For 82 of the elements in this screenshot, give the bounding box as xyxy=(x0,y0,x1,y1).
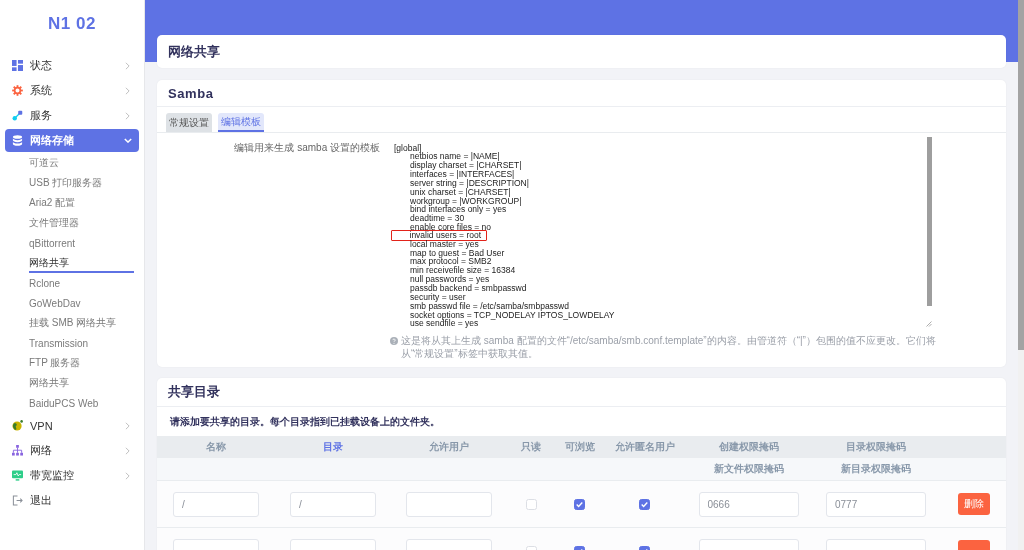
template-line: security = user xyxy=(409,292,466,302)
menu-item[interactable]: 网络 xyxy=(5,438,139,463)
scrollbar-track[interactable] xyxy=(1018,0,1024,550)
column-header[interactable]: 名称 xyxy=(206,440,226,454)
column-header[interactable]: 目录 xyxy=(323,440,343,454)
name-field[interactable]: / xyxy=(173,491,259,517)
menu-item[interactable]: VPN xyxy=(5,413,139,438)
exit-icon xyxy=(12,495,23,506)
template-line: socket options = TCP_NODELAY IPTOS_LOWDELAY xyxy=(409,310,615,320)
nodes-icon xyxy=(12,110,23,121)
menu-item[interactable]: 退出 xyxy=(5,488,139,513)
tab[interactable]: 常规设置 xyxy=(166,113,212,132)
template-line: deadtime = 30 xyxy=(409,214,465,224)
template-line: smb passwd file = /etc/samba/smbpasswd xyxy=(409,301,569,311)
submenu-item[interactable]: 可道云 xyxy=(29,153,134,173)
dashboard-icon xyxy=(12,60,23,71)
column-header[interactable]: 目录权限掩码 xyxy=(846,440,906,454)
logo-text: N1 02 xyxy=(48,14,96,34)
submenu-item[interactable]: BaiduPCS Web xyxy=(29,393,134,413)
description-text: 请添加要共享的目录。每个目录指到已挂载设备上的文件夹。 xyxy=(170,414,440,429)
menu-item[interactable]: 服务 xyxy=(5,103,139,128)
monitor-icon xyxy=(12,470,23,481)
scrollbar-thumb[interactable] xyxy=(927,137,932,306)
submenu-item[interactable]: 文件管理器 xyxy=(29,213,134,233)
page-title: 网络共享 xyxy=(168,42,220,61)
submenu-item[interactable]: GoWebDav xyxy=(29,293,134,313)
menu-item[interactable]: 系统 xyxy=(5,78,139,103)
template-line: netbios name = |NAME| xyxy=(410,152,500,162)
template-line: max protocol = SMB2 xyxy=(409,257,492,267)
column-subheader: 新目录权限掩码 xyxy=(841,462,911,476)
field-label: 编辑用来生成 samba 设置的模板 xyxy=(234,142,380,154)
menu-item[interactable]: 状态 xyxy=(5,53,139,78)
sitemap-icon xyxy=(12,445,23,456)
submenu-item[interactable]: 网络共享 xyxy=(29,253,134,273)
column-header[interactable]: 允许用户 xyxy=(428,440,469,454)
column-header[interactable]: 允许匿名用户 xyxy=(614,440,675,454)
template-line: local master = yes xyxy=(409,239,479,249)
column-subheader: 新文件权限掩码 xyxy=(713,462,784,476)
template-line: enable core files = no xyxy=(409,223,492,232)
template-line: interfaces = |INTERFACES| xyxy=(409,170,515,179)
create-mask-field[interactable]: 0666 xyxy=(698,491,799,517)
directory-field[interactable]: / xyxy=(290,491,376,517)
scrollbar-thumb[interactable] xyxy=(1018,0,1024,350)
column-header[interactable]: 只读 xyxy=(521,440,541,454)
column-header[interactable]: 可浏览 xyxy=(564,440,595,454)
submenu-item[interactable]: Transmission xyxy=(29,333,134,353)
submenu-item[interactable]: 挂载 SMB 网络共享 xyxy=(29,313,134,333)
gear-icon xyxy=(12,85,23,96)
template-line: use sendfile = yes xyxy=(409,319,479,329)
browseable-checkbox[interactable] xyxy=(574,498,585,510)
template-line: null passwords = yes xyxy=(409,275,490,284)
template-line: passdb backend = smbpasswd xyxy=(409,284,527,293)
menu-item[interactable]: 带宽监控 xyxy=(5,463,139,488)
submenu-item[interactable]: Rclone xyxy=(29,273,134,293)
submenu-item[interactable]: 网络共享 xyxy=(29,373,134,393)
menu-item[interactable]: 网络存储 xyxy=(5,129,139,152)
template-line: [global] xyxy=(394,143,422,153)
template-line: display charset = |CHARSET| xyxy=(409,161,522,171)
template-line: server string = |DESCRIPTION| xyxy=(409,178,529,188)
help-text: 这是将从其上生成 samba 配置的文件“/etc/samba/smb.conf.template”的内容。由管道符（“|”）包围的值不应更改。它们将从“常规设置”标签中获取其值。 xyxy=(401,334,937,360)
submenu-item[interactable]: Aria2 配置 xyxy=(29,193,134,213)
allowed-users-field[interactable] xyxy=(405,491,492,517)
resize-grip-icon[interactable] xyxy=(926,321,932,327)
section-title: Samba xyxy=(168,85,214,101)
section-title: 共享目录 xyxy=(168,383,220,401)
submenu-item[interactable]: qBittorrent xyxy=(29,233,134,253)
tab[interactable]: 编辑模板 xyxy=(218,113,264,132)
read-only-checkbox[interactable] xyxy=(525,498,537,510)
template-line: min receivefile size = 16384 xyxy=(409,266,516,276)
template-line: bind interfaces only = yes xyxy=(409,205,507,215)
column-header[interactable]: 创建权限掩码 xyxy=(718,440,779,454)
globe-icon xyxy=(12,420,23,431)
database-icon xyxy=(12,135,23,146)
template-line: workgroup = |WORKGROUP| xyxy=(409,196,522,206)
directory-mask-field[interactable]: 0777 xyxy=(826,491,926,517)
template-line: unix charset = |CHARSET| xyxy=(409,187,511,197)
submenu-item[interactable]: USB 打印服务器 xyxy=(29,173,134,193)
delete-button[interactable]: 删除 xyxy=(957,493,990,515)
submenu-item[interactable]: FTP 服务器 xyxy=(29,353,134,373)
help-icon xyxy=(390,336,398,345)
template-line: map to guest = Bad User xyxy=(409,248,505,258)
guest-checkbox[interactable] xyxy=(639,498,650,510)
